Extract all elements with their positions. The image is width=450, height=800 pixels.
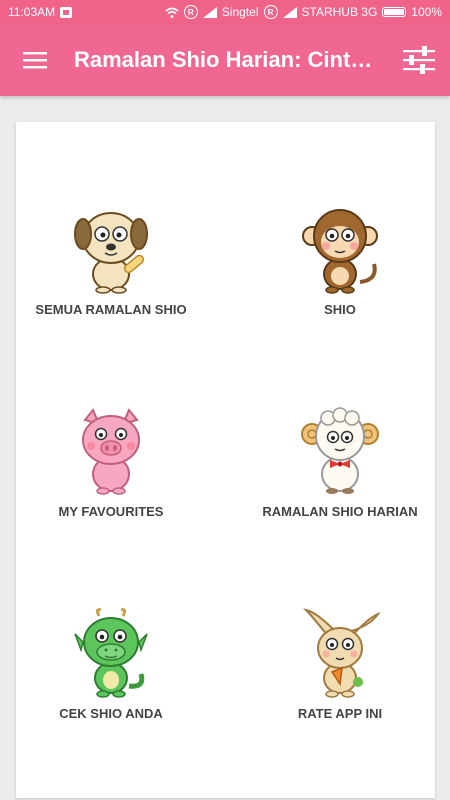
dragon-icon: [74, 608, 148, 698]
sheep-icon: [301, 407, 379, 494]
menu-card: SEMUA RAMALAN SHIO SHIO MY FAVOURITES RA…: [16, 122, 435, 798]
pig-icon: [82, 408, 140, 495]
menu-item-label: SHIO: [324, 302, 356, 317]
carrier-2: STARHUB 3G: [301, 5, 378, 19]
settings-button[interactable]: [388, 24, 450, 96]
app-bar: Ramalan Shio Harian: Cint…: [0, 24, 450, 96]
menu-item-shio[interactable]: SHIO: [245, 202, 435, 342]
menu-item-my-favourites[interactable]: MY FAVOURITES: [16, 404, 206, 544]
menu-item-ramalan-shio-harian[interactable]: RAMALAN SHIO HARIAN: [245, 404, 435, 544]
status-time: 11:03AM: [8, 5, 56, 19]
menu-item-label: MY FAVOURITES: [58, 504, 164, 519]
menu-item-label: RATE APP INI: [297, 706, 383, 721]
battery-level: 100%: [411, 5, 442, 19]
carrier-1: Singtel: [221, 5, 259, 19]
menu-item-label: CEK SHIO ANDA: [59, 706, 163, 721]
dog-icon: [74, 212, 148, 294]
menu-item-cek-shio-anda[interactable]: CEK SHIO ANDA: [16, 606, 206, 746]
monkey-icon: [302, 209, 378, 294]
menu-item-label: SEMUA RAMALAN SHIO: [35, 302, 187, 317]
wifi-icon: [165, 7, 179, 18]
notification-icon: [60, 6, 73, 18]
page-title: Ramalan Shio Harian: Cint…: [74, 47, 373, 72]
menu-item-label: RAMALAN SHIO HARIAN: [262, 504, 418, 519]
menu-item-rate-app-ini[interactable]: RATE APP INI: [245, 606, 435, 746]
signal-icon-2: [282, 6, 297, 18]
status-bar: 11:03AM R Singtel R STARHUB 3G 100%: [0, 0, 450, 24]
rabbit-icon: [302, 608, 381, 698]
roaming-icon: R: [183, 5, 198, 19]
battery-icon: [382, 7, 407, 17]
menu-item-semua-ramalan-shio[interactable]: SEMUA RAMALAN SHIO: [16, 202, 206, 342]
sliders-icon: [403, 46, 435, 74]
hamburger-menu-icon: [23, 52, 47, 69]
menu-button[interactable]: [0, 24, 70, 96]
signal-icon: [202, 6, 217, 18]
roaming-icon-2: R: [263, 5, 278, 19]
